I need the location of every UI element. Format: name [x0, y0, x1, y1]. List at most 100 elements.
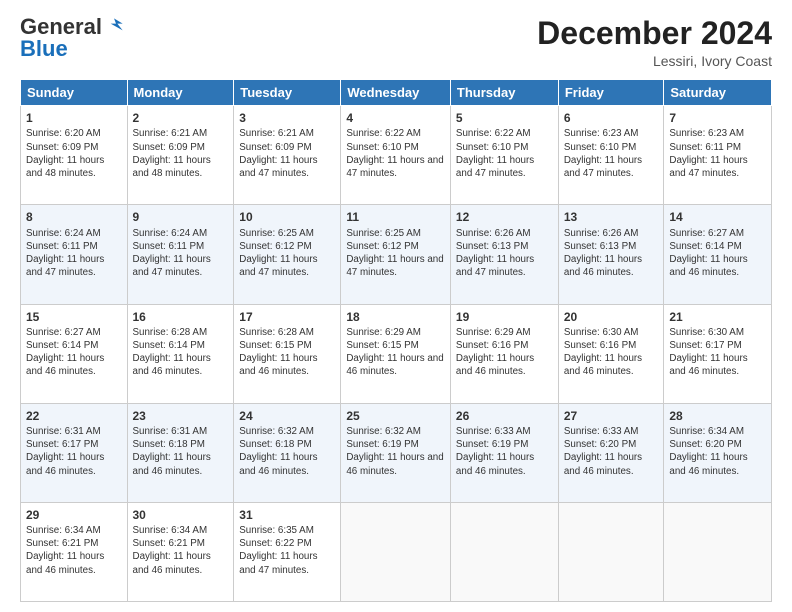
day-number: 7	[669, 110, 766, 126]
logo-blue: Blue	[20, 38, 68, 60]
logo: General Blue	[20, 16, 124, 60]
day-number: 8	[26, 209, 122, 225]
day-info: Sunrise: 6:31 AM Sunset: 6:17 PM Dayligh…	[26, 425, 122, 478]
month-title: December 2024	[537, 16, 772, 51]
day-info: Sunrise: 6:35 AM Sunset: 6:22 PM Dayligh…	[239, 524, 335, 577]
day-of-week-header: Wednesday	[341, 80, 451, 106]
calendar-cell: 2Sunrise: 6:21 AM Sunset: 6:09 PM Daylig…	[127, 106, 234, 205]
day-info: Sunrise: 6:29 AM Sunset: 6:16 PM Dayligh…	[456, 326, 553, 379]
calendar-cell: 23Sunrise: 6:31 AM Sunset: 6:18 PM Dayli…	[127, 403, 234, 502]
day-number: 5	[456, 110, 553, 126]
day-info: Sunrise: 6:30 AM Sunset: 6:17 PM Dayligh…	[669, 326, 766, 379]
day-info: Sunrise: 6:22 AM Sunset: 6:10 PM Dayligh…	[346, 127, 445, 180]
day-number: 9	[133, 209, 229, 225]
calendar-cell: 3Sunrise: 6:21 AM Sunset: 6:09 PM Daylig…	[234, 106, 341, 205]
calendar-cell: 31Sunrise: 6:35 AM Sunset: 6:22 PM Dayli…	[234, 502, 341, 601]
calendar-cell	[558, 502, 664, 601]
calendar-cell: 8Sunrise: 6:24 AM Sunset: 6:11 PM Daylig…	[21, 205, 128, 304]
calendar-cell: 18Sunrise: 6:29 AM Sunset: 6:15 PM Dayli…	[341, 304, 451, 403]
day-info: Sunrise: 6:23 AM Sunset: 6:10 PM Dayligh…	[564, 127, 659, 180]
calendar-cell: 7Sunrise: 6:23 AM Sunset: 6:11 PM Daylig…	[664, 106, 772, 205]
day-number: 4	[346, 110, 445, 126]
day-of-week-header: Saturday	[664, 80, 772, 106]
day-number: 18	[346, 309, 445, 325]
page: General Blue December 2024 Lessiri, Ivor…	[0, 0, 792, 612]
calendar-week-row: 29Sunrise: 6:34 AM Sunset: 6:21 PM Dayli…	[21, 502, 772, 601]
calendar-cell	[664, 502, 772, 601]
day-number: 14	[669, 209, 766, 225]
calendar-cell: 1Sunrise: 6:20 AM Sunset: 6:09 PM Daylig…	[21, 106, 128, 205]
day-info: Sunrise: 6:32 AM Sunset: 6:18 PM Dayligh…	[239, 425, 335, 478]
calendar-cell: 24Sunrise: 6:32 AM Sunset: 6:18 PM Dayli…	[234, 403, 341, 502]
calendar-cell: 11 Sunrise: 6:25 AM Sunset: 6:12 PM Dayli…	[341, 205, 451, 304]
calendar-cell: 13 Sunrise: 6:26 AM Sunset: 6:13 PM Dayli…	[558, 205, 664, 304]
calendar-week-row: 15Sunrise: 6:27 AM Sunset: 6:14 PM Dayli…	[21, 304, 772, 403]
calendar-week-row: 8Sunrise: 6:24 AM Sunset: 6:11 PM Daylig…	[21, 205, 772, 304]
day-number: 23	[133, 408, 229, 424]
calendar-cell: 17Sunrise: 6:28 AM Sunset: 6:15 PM Dayli…	[234, 304, 341, 403]
day-info: Sunrise: 6:26 AM Sunset: 6:13 PM Dayligh…	[456, 227, 553, 280]
day-number: 12	[456, 209, 553, 225]
calendar-cell: 22Sunrise: 6:31 AM Sunset: 6:17 PM Dayli…	[21, 403, 128, 502]
calendar-cell: 21Sunrise: 6:30 AM Sunset: 6:17 PM Dayli…	[664, 304, 772, 403]
logo-general: General	[20, 16, 102, 38]
day-number: 29	[26, 507, 122, 523]
calendar-cell: 15Sunrise: 6:27 AM Sunset: 6:14 PM Dayli…	[21, 304, 128, 403]
day-info: Sunrise: 6:34 AM Sunset: 6:21 PM Dayligh…	[133, 524, 229, 577]
day-info: Sunrise: 6:25 AM Sunset: 6:12 PM Dayligh…	[239, 227, 335, 280]
calendar-table: SundayMondayTuesdayWednesdayThursdayFrid…	[20, 79, 772, 602]
day-info: Sunrise: 6:22 AM Sunset: 6:10 PM Dayligh…	[456, 127, 553, 180]
calendar-header-row: SundayMondayTuesdayWednesdayThursdayFrid…	[21, 80, 772, 106]
calendar-cell: 12 Sunrise: 6:26 AM Sunset: 6:13 PM Dayli…	[450, 205, 558, 304]
day-number: 22	[26, 408, 122, 424]
day-number: 24	[239, 408, 335, 424]
day-number: 13	[564, 209, 659, 225]
day-info: Sunrise: 6:27 AM Sunset: 6:14 PM Dayligh…	[26, 326, 122, 379]
day-info: Sunrise: 6:21 AM Sunset: 6:09 PM Dayligh…	[239, 127, 335, 180]
day-number: 11	[346, 209, 445, 225]
day-of-week-header: Thursday	[450, 80, 558, 106]
logo-bird-icon	[104, 15, 124, 35]
day-of-week-header: Monday	[127, 80, 234, 106]
day-info: Sunrise: 6:25 AM Sunset: 6:12 PM Dayligh…	[346, 227, 445, 280]
day-info: Sunrise: 6:34 AM Sunset: 6:21 PM Dayligh…	[26, 524, 122, 577]
day-info: Sunrise: 6:31 AM Sunset: 6:18 PM Dayligh…	[133, 425, 229, 478]
day-info: Sunrise: 6:33 AM Sunset: 6:19 PM Dayligh…	[456, 425, 553, 478]
calendar-body: 1Sunrise: 6:20 AM Sunset: 6:09 PM Daylig…	[21, 106, 772, 602]
day-number: 6	[564, 110, 659, 126]
calendar-cell: 28Sunrise: 6:34 AM Sunset: 6:20 PM Dayli…	[664, 403, 772, 502]
day-info: Sunrise: 6:30 AM Sunset: 6:16 PM Dayligh…	[564, 326, 659, 379]
calendar-cell: 26Sunrise: 6:33 AM Sunset: 6:19 PM Dayli…	[450, 403, 558, 502]
day-info: Sunrise: 6:21 AM Sunset: 6:09 PM Dayligh…	[133, 127, 229, 180]
calendar-week-row: 1Sunrise: 6:20 AM Sunset: 6:09 PM Daylig…	[21, 106, 772, 205]
calendar-cell	[450, 502, 558, 601]
day-number: 3	[239, 110, 335, 126]
day-number: 25	[346, 408, 445, 424]
day-number: 27	[564, 408, 659, 424]
day-info: Sunrise: 6:32 AM Sunset: 6:19 PM Dayligh…	[346, 425, 445, 478]
calendar-cell	[341, 502, 451, 601]
calendar-cell: 5Sunrise: 6:22 AM Sunset: 6:10 PM Daylig…	[450, 106, 558, 205]
day-number: 20	[564, 309, 659, 325]
day-info: Sunrise: 6:26 AM Sunset: 6:13 PM Dayligh…	[564, 227, 659, 280]
calendar-week-row: 22Sunrise: 6:31 AM Sunset: 6:17 PM Dayli…	[21, 403, 772, 502]
calendar-cell: 10Sunrise: 6:25 AM Sunset: 6:12 PM Dayli…	[234, 205, 341, 304]
calendar-cell: 29Sunrise: 6:34 AM Sunset: 6:21 PM Dayli…	[21, 502, 128, 601]
day-of-week-header: Tuesday	[234, 80, 341, 106]
day-info: Sunrise: 6:29 AM Sunset: 6:15 PM Dayligh…	[346, 326, 445, 379]
calendar-cell: 20Sunrise: 6:30 AM Sunset: 6:16 PM Dayli…	[558, 304, 664, 403]
day-number: 2	[133, 110, 229, 126]
calendar-cell: 6Sunrise: 6:23 AM Sunset: 6:10 PM Daylig…	[558, 106, 664, 205]
calendar-cell: 19Sunrise: 6:29 AM Sunset: 6:16 PM Dayli…	[450, 304, 558, 403]
day-number: 19	[456, 309, 553, 325]
location: Lessiri, Ivory Coast	[537, 53, 772, 69]
day-info: Sunrise: 6:33 AM Sunset: 6:20 PM Dayligh…	[564, 425, 659, 478]
day-info: Sunrise: 6:34 AM Sunset: 6:20 PM Dayligh…	[669, 425, 766, 478]
day-number: 1	[26, 110, 122, 126]
title-block: December 2024 Lessiri, Ivory Coast	[537, 16, 772, 69]
day-info: Sunrise: 6:27 AM Sunset: 6:14 PM Dayligh…	[669, 227, 766, 280]
calendar-cell: 16Sunrise: 6:28 AM Sunset: 6:14 PM Dayli…	[127, 304, 234, 403]
day-info: Sunrise: 6:28 AM Sunset: 6:14 PM Dayligh…	[133, 326, 229, 379]
calendar-cell: 30Sunrise: 6:34 AM Sunset: 6:21 PM Dayli…	[127, 502, 234, 601]
logo-text: General	[20, 16, 124, 38]
